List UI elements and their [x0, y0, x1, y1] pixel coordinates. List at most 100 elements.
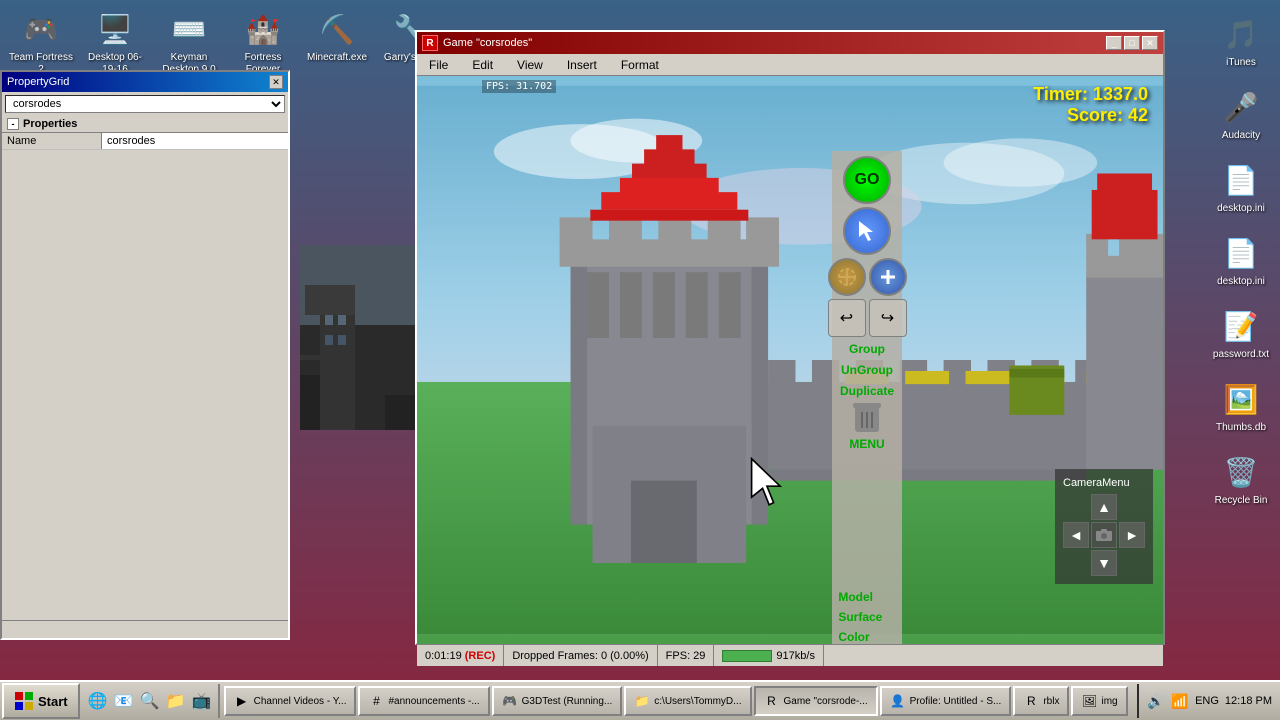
surface-button[interactable]: Surface [834, 608, 899, 626]
icon-audacity[interactable]: 🎤 Audacity [1207, 83, 1275, 146]
time-display: 0:01:19 [425, 650, 462, 662]
icon-fortress-forever[interactable]: 🏰 Fortress Forever [227, 5, 299, 80]
icon-desktop-ini-2[interactable]: 📄 desktop.ini [1207, 229, 1275, 292]
group-button[interactable]: Group [845, 340, 889, 358]
add-icon [878, 267, 898, 287]
fortress-icon: 🏰 [243, 9, 283, 49]
tool-buttons-row [828, 258, 907, 296]
preview-svg [300, 245, 415, 430]
close-button[interactable]: ✕ [1142, 36, 1158, 50]
quick-launch-folder-icon[interactable]: 📁 [164, 689, 188, 713]
maximize-button[interactable]: □ [1124, 36, 1140, 50]
taskbar: Start 🌐 📧 🔍 📁 📺 ▶ Channel Videos - Y... … [0, 680, 1280, 720]
audacity-icon: 🎤 [1221, 87, 1261, 127]
game-corsrodes-label: Game "corsrode-... [784, 696, 868, 707]
duplicate-button[interactable]: Duplicate [836, 382, 898, 400]
taskbar-app-channel-videos[interactable]: ▶ Channel Videos - Y... [224, 686, 357, 716]
property-grid-select[interactable]: corsrodes [5, 95, 285, 113]
icon-itunes[interactable]: 🎵 iTunes [1207, 10, 1275, 73]
quick-launch-email-icon[interactable]: 📧 [112, 689, 136, 713]
thumbs-db-label: Thumbs.db [1216, 422, 1266, 434]
menu-button[interactable]: MENU [849, 403, 884, 451]
desktop-ini-1-icon: 📄 [1221, 160, 1261, 200]
announcements-label: #announcements -... [388, 696, 479, 707]
property-grid-scrollbar[interactable] [2, 620, 288, 638]
taskbar-app-rblx[interactable]: R rblx [1013, 686, 1069, 716]
camera-down-button[interactable]: ▼ [1091, 550, 1117, 576]
icon-keyman[interactable]: ⌨️ Keyman Desktop 9.0 [153, 5, 225, 80]
taskbar-app-img[interactable]: 🖼 img [1071, 686, 1127, 716]
icon-password-txt[interactable]: 📝 password.txt [1207, 302, 1275, 365]
recycle-bin-label: Recycle Bin [1215, 495, 1268, 507]
start-button[interactable]: Start [2, 683, 80, 719]
model-button[interactable]: Model [834, 588, 899, 606]
rec-indicator: (REC) [465, 650, 496, 662]
recycle-bin-icon: 🗑️ [1221, 452, 1261, 492]
taskbar-app-users-tommy[interactable]: 📁 c:\Users\TommyD... [624, 686, 751, 716]
go-button[interactable]: GO [843, 156, 891, 204]
icon-team-fortress[interactable]: 🎮 Team Fortress 2 [5, 5, 77, 80]
ungroup-button[interactable]: UnGroup [837, 361, 897, 379]
camera-dpad: ▲ ◄ ► ▼ [1063, 494, 1145, 576]
menu-format[interactable]: Format [609, 56, 671, 74]
property-grid-section-header[interactable]: - Properties [7, 118, 283, 130]
systray-volume-icon[interactable]: 📶 [1171, 692, 1189, 710]
section-label: Properties [23, 118, 77, 130]
property-grid-section: - Properties [2, 116, 288, 133]
quick-launch-extra-icon[interactable]: 📺 [190, 689, 214, 713]
expand-icon[interactable]: - [7, 118, 19, 130]
property-grid-panel: PropertyGrid ✕ corsrodes - Properties Na… [0, 70, 290, 640]
game-scene-svg [417, 76, 1163, 644]
minimize-button[interactable]: _ [1106, 36, 1122, 50]
game-window-title-left: R Game "corsrodes" [422, 35, 532, 51]
preview-panel [300, 245, 415, 430]
camera-left-button[interactable]: ◄ [1063, 522, 1089, 548]
menu-edit[interactable]: Edit [460, 56, 505, 74]
quick-launch-chrome-icon[interactable]: 🔍 [138, 689, 162, 713]
camera-right-button[interactable]: ► [1119, 522, 1145, 548]
quick-launch-bar: 🌐 📧 🔍 📁 📺 [82, 684, 220, 718]
camera-center-icon [1094, 527, 1114, 543]
system-tray: 🔊 📶 ENG 12:18 PM [1137, 684, 1280, 718]
desktop-ini-2-icon: 📄 [1221, 233, 1261, 273]
taskbar-app-announcements[interactable]: # #announcements -... [358, 686, 489, 716]
img-icon: 🖼 [1081, 693, 1097, 709]
menu-file[interactable]: File [417, 56, 460, 74]
camera-up-button[interactable]: ▲ [1091, 494, 1117, 520]
game-content-area: FPS: 31.702 Timer: 1337.0 Score: 42 [417, 76, 1163, 644]
move-tool-button[interactable] [828, 258, 866, 296]
quick-launch-ie-icon[interactable]: 🌐 [86, 689, 110, 713]
profile-untitled-label: Profile: Untitled - S... [910, 696, 1002, 707]
menu-label: MENU [849, 437, 884, 451]
menu-insert[interactable]: Insert [555, 56, 609, 74]
icon-minecraft[interactable]: ⛏️ Minecraft.exe [301, 5, 373, 80]
color-button[interactable]: Color [834, 628, 899, 644]
users-tommy-icon: 📁 [634, 693, 650, 709]
undo-redo-row: ↩ ↪ [828, 299, 907, 337]
menu-view[interactable]: View [505, 56, 555, 74]
undo-button[interactable]: ↩ [828, 299, 866, 337]
desktop-icons-right: 🎵 iTunes 🎤 Audacity 📄 desktop.ini 📄 desk… [1207, 10, 1275, 511]
icon-desktop-06[interactable]: 🖥️ Desktop 06-19-16 [79, 5, 151, 80]
icon-thumbs-db[interactable]: 🖼️ Thumbs.db [1207, 375, 1275, 438]
systray-network-icon[interactable]: 🔊 [1147, 692, 1165, 710]
property-grid-row-name: Name corsrodes [2, 133, 288, 150]
dpad-empty-bl [1063, 550, 1089, 576]
bottom-menu-items: Model Surface Color Controller Hopper [834, 588, 899, 644]
select-tool-button[interactable] [843, 207, 891, 255]
icon-recycle-bin[interactable]: 🗑️ Recycle Bin [1207, 448, 1275, 511]
taskbar-app-game-corsrodes[interactable]: R Game "corsrode-... [754, 686, 878, 716]
property-grid-close-button[interactable]: ✕ [269, 75, 283, 89]
itunes-label: iTunes [1226, 57, 1256, 69]
channel-videos-icon: ▶ [234, 693, 250, 709]
add-tool-button[interactable] [869, 258, 907, 296]
icon-desktop-ini-1[interactable]: 📄 desktop.ini [1207, 156, 1275, 219]
taskbar-app-g3dtest[interactable]: 🎮 G3DTest (Running... [492, 686, 623, 716]
move-icon [837, 267, 857, 287]
redo-button[interactable]: ↪ [869, 299, 907, 337]
taskbar-clock: 12:18 PM [1225, 695, 1272, 707]
window-controls: _ □ ✕ [1106, 36, 1158, 50]
taskbar-app-profile-untitled[interactable]: 👤 Profile: Untitled - S... [880, 686, 1012, 716]
camera-center-button[interactable] [1091, 522, 1117, 548]
timer-display: Timer: 1337.0 [1033, 84, 1148, 105]
